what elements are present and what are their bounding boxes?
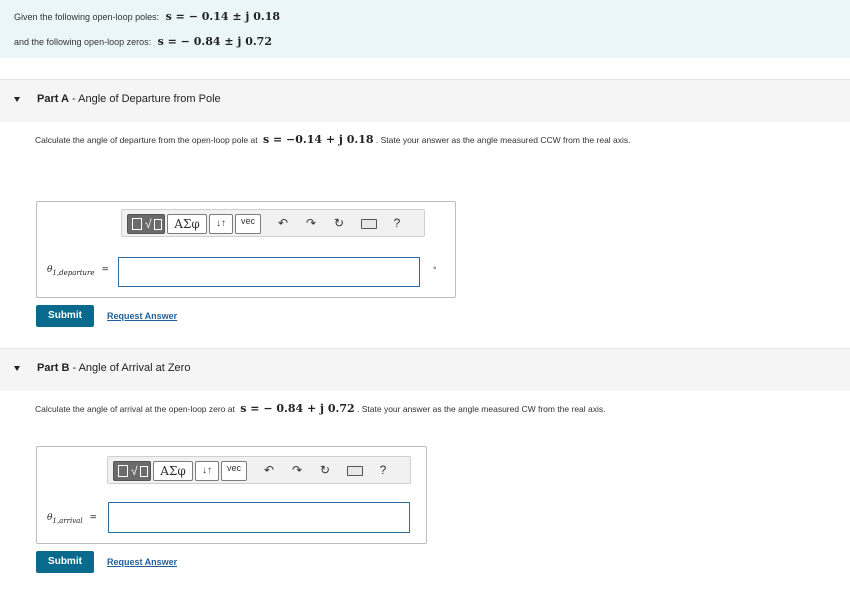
given-poles-expr: s = − 0.14 ± j 0.18 (165, 10, 281, 23)
redo-button[interactable]: ↷ (302, 214, 320, 232)
part-a-title: Part A - Angle of Departure from Pole (37, 93, 221, 105)
vec-button[interactable]: vec (221, 461, 247, 481)
part-b-request-answer-link[interactable]: Request Answer (107, 557, 177, 567)
part-a-question-expr: s = −0.14 + j 0.18 (262, 133, 374, 146)
part-a-input-label: θ1,departure = (47, 265, 109, 277)
part-b-title-text: - Angle of Arrival at Zero (69, 362, 191, 374)
given-poles-label: Given the following open-loop poles: (14, 12, 160, 22)
part-b-question-post: . State your answer as the angle measure… (357, 404, 606, 414)
reset-icon: ↻ (333, 216, 345, 230)
fraction-template-icon (118, 465, 128, 477)
redo-button[interactable]: ↷ (288, 461, 306, 479)
part-b-math-toolbar: √ ΑΣφ ↓↑ vec ↶ ↷ ↻ ? (107, 456, 411, 484)
part-a-equals: = (101, 265, 109, 275)
vec-label: vec (240, 216, 255, 226)
given-section: Given the following open-loop poles: s =… (0, 0, 850, 58)
greek-symbols-button[interactable]: ΑΣφ (167, 214, 207, 234)
redo-icon: ↷ (291, 463, 303, 477)
sub-sup-arrows-icon: ↓↑ (202, 465, 212, 476)
collapse-triangle-icon[interactable] (14, 97, 20, 102)
part-a-title-text: - Angle of Departure from Pole (69, 93, 221, 105)
undo-icon: ↶ (277, 216, 289, 230)
part-a-request-answer-link[interactable]: Request Answer (107, 311, 177, 321)
part-b-theta-subscript: 1,arrival (52, 516, 83, 525)
keyboard-icon (347, 465, 363, 476)
reset-button[interactable]: ↻ (330, 214, 348, 232)
fraction-template-icon (132, 218, 142, 230)
undo-button[interactable]: ↶ (274, 214, 292, 232)
sqrt-template-icon: √ (145, 217, 152, 231)
sqrt-template-icon: √ (131, 464, 138, 478)
help-button[interactable]: ? (374, 461, 392, 479)
subscript-superscript-button[interactable]: ↓↑ (209, 214, 233, 234)
part-a-theta-subscript: 1,departure (52, 268, 95, 277)
given-zeros-expr: s = − 0.84 ± j 0.72 (157, 35, 272, 48)
template-button[interactable]: √ (113, 461, 151, 481)
part-a-math-toolbar: √ ΑΣφ ↓↑ vec ↶ ↷ ↻ ? (121, 209, 425, 237)
part-b-question: Calculate the angle of arrival at the op… (35, 402, 606, 415)
degree-unit: ° (433, 265, 437, 275)
given-zeros-label: and the following open-loop zeros: (14, 37, 152, 47)
sub-sup-arrows-icon: ↓↑ (216, 218, 226, 229)
greek-symbols-label: ΑΣφ (174, 217, 200, 231)
part-b-question-expr: s = − 0.84 + j 0.72 (240, 402, 355, 415)
part-a-answer-box: √ ΑΣφ ↓↑ vec ↶ ↷ ↻ ? θ1,departure = ° (36, 201, 456, 298)
part-a-header[interactable]: Part A - Angle of Departure from Pole (0, 79, 850, 122)
help-icon: ? (393, 216, 401, 230)
undo-button[interactable]: ↶ (260, 461, 278, 479)
given-poles: Given the following open-loop poles: s =… (14, 10, 280, 23)
vec-button[interactable]: vec (235, 214, 261, 234)
keyboard-icon (361, 218, 377, 229)
box-template-icon (140, 466, 148, 477)
box-template-icon (154, 219, 162, 230)
part-b-title: Part B - Angle of Arrival at Zero (37, 362, 190, 374)
help-icon: ? (379, 463, 387, 477)
part-b-question-text: Calculate the angle of arrival at the op… (35, 404, 235, 414)
greek-symbols-label: ΑΣφ (160, 464, 186, 478)
part-b-prefix: Part B (37, 362, 70, 374)
part-a-question-post: . State your answer as the angle measure… (375, 135, 631, 145)
part-b-header[interactable]: Part B - Angle of Arrival at Zero (0, 348, 850, 391)
part-b-answer-box: √ ΑΣφ ↓↑ vec ↶ ↷ ↻ ? θ1,arrival = (36, 446, 427, 544)
greek-symbols-button[interactable]: ΑΣφ (153, 461, 193, 481)
part-a-question-text: Calculate the angle of departure from th… (35, 135, 258, 145)
part-b-equals: = (89, 513, 97, 523)
keyboard-button[interactable] (358, 214, 380, 232)
part-a-submit-button[interactable]: Submit (36, 305, 94, 327)
redo-icon: ↷ (305, 216, 317, 230)
given-zeros: and the following open-loop zeros: s = −… (14, 35, 272, 48)
help-button[interactable]: ? (388, 214, 406, 232)
collapse-triangle-icon[interactable] (14, 366, 20, 371)
keyboard-button[interactable] (344, 461, 366, 479)
part-b-input-label: θ1,arrival = (47, 513, 97, 525)
part-a-question: Calculate the angle of departure from th… (35, 133, 631, 146)
part-b-submit-button[interactable]: Submit (36, 551, 94, 573)
part-a-answer-input[interactable] (118, 257, 420, 287)
part-b-answer-input[interactable] (108, 502, 410, 533)
reset-button[interactable]: ↻ (316, 461, 334, 479)
undo-icon: ↶ (263, 463, 275, 477)
vec-label: vec (226, 463, 241, 473)
template-button[interactable]: √ (127, 214, 165, 234)
subscript-superscript-button[interactable]: ↓↑ (195, 461, 219, 481)
reset-icon: ↻ (319, 463, 331, 477)
part-a-prefix: Part A (37, 93, 69, 105)
